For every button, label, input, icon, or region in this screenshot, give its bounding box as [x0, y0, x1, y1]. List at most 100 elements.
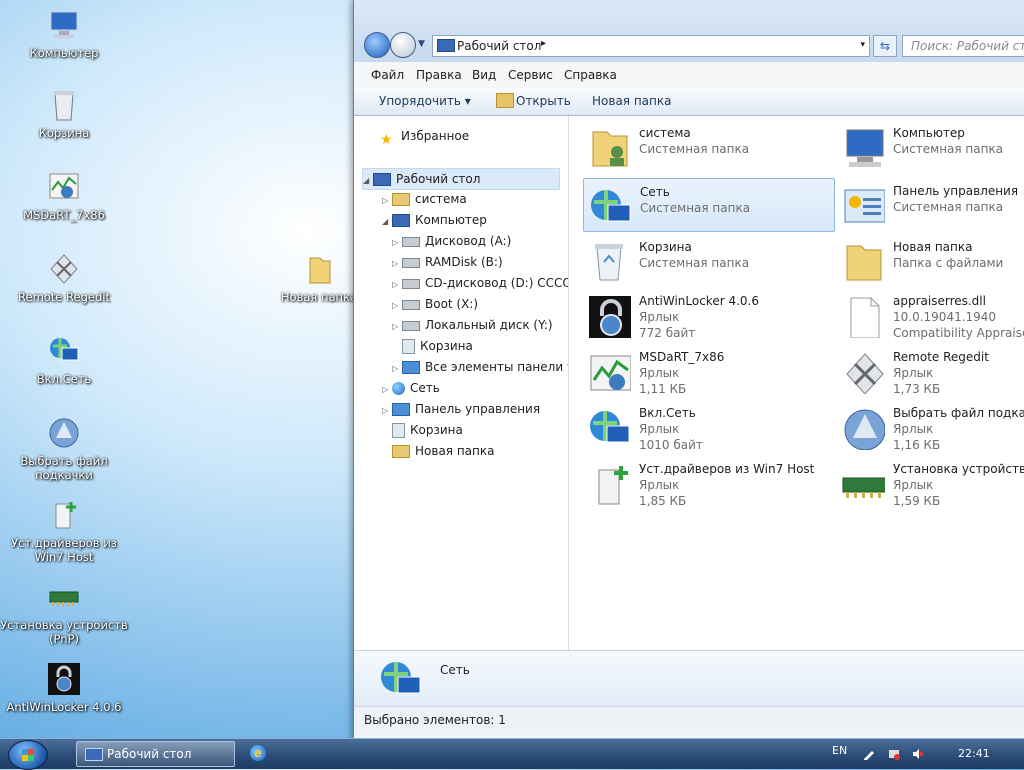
expand-arrow-icon[interactable]: ▷: [392, 275, 402, 293]
collapse-arrow-icon[interactable]: ◢: [382, 212, 392, 232]
file-item[interactable]: Корзина Системная папка: [583, 234, 833, 286]
file-item[interactable]: Выбрать файл подкачки Ярлык 1,16 КБ: [837, 400, 1024, 452]
file-list: система Системная папка Компьютер Систем…: [569, 116, 1024, 650]
tree-item-local-disk[interactable]: ▷ Локальный диск (Y:): [392, 315, 553, 335]
tree-item-recycle-bin-2[interactable]: Корзина: [382, 420, 463, 440]
search-input[interactable]: Поиск: Рабочий стол: [902, 35, 1024, 57]
tree-item-recycle-bin[interactable]: Корзина: [392, 336, 473, 356]
file-item[interactable]: Панель управления Системная папка: [837, 178, 1024, 230]
file-item[interactable]: Компьютер Системная папка: [837, 120, 1024, 172]
computer-icon: [846, 129, 884, 167]
navigation-bar: ▼ Рабочий стол ▸ ▾ ⇆ Поиск: Рабочий стол: [362, 32, 1024, 60]
file-item[interactable]: система Системная папка: [583, 120, 833, 172]
expand-arrow-icon[interactable]: ▷: [382, 401, 392, 421]
address-dropdown-icon[interactable]: ▾: [860, 40, 865, 50]
address-path[interactable]: Рабочий стол: [457, 39, 541, 53]
file-item[interactable]: Remote Regedit Ярлык 1,73 КБ: [837, 344, 1024, 396]
drive-icon: [402, 320, 420, 331]
desktop-icon-antiwinlocker[interactable]: AntiWinLocker 4.0.6: [0, 662, 128, 714]
desktop-icon-computer[interactable]: Компьютер: [0, 8, 128, 60]
desktop-icon: [437, 39, 455, 52]
tree-item-ramdisk[interactable]: ▷ RAMDisk (B:): [392, 252, 503, 272]
tree-item-boot[interactable]: ▷ Boot (X:): [392, 294, 478, 314]
tree-item-all-control-panel[interactable]: ▷ Все элементы панели упр: [392, 357, 568, 377]
collapse-arrow-icon[interactable]: ◢: [363, 171, 373, 191]
new-folder-button[interactable]: Новая папка: [592, 94, 671, 108]
tree-item-cd-drive[interactable]: ▷ CD-дисковод (D:) CCCOMA: [392, 273, 568, 293]
tree-item-system[interactable]: ▷ система: [382, 189, 467, 209]
tree-item-control-panel[interactable]: ▷ Панель управления: [382, 399, 540, 419]
desktop-icon-label: Компьютер: [29, 46, 99, 60]
back-button[interactable]: [364, 32, 390, 58]
network-icon: [590, 411, 630, 443]
start-button[interactable]: [8, 740, 48, 770]
file-item[interactable]: Уст.драйверов из Win7 Host Ярлык 1,85 КБ: [583, 456, 833, 508]
desktop-icon-network[interactable]: Вкл.Сеть: [0, 334, 128, 386]
file-description: Compatibility Appraiser S: [893, 326, 1024, 340]
pen-icon[interactable]: [862, 748, 874, 760]
tree-item-new-folder[interactable]: Новая папка: [382, 441, 494, 461]
menu-tools[interactable]: Сервис: [508, 68, 553, 82]
file-size: 1,59 КБ: [893, 494, 941, 508]
tree-label: Дисковод (A:): [425, 234, 512, 248]
menu-view[interactable]: Вид: [472, 68, 496, 82]
open-button[interactable]: Открыть: [516, 94, 571, 108]
lock-icon: [589, 296, 631, 338]
file-item[interactable]: Новая папка Папка с файлами: [837, 234, 1024, 286]
status-text: Выбрано элементов: 1: [364, 713, 506, 727]
network-icon: [381, 662, 421, 694]
menu-help[interactable]: Справка: [564, 68, 617, 82]
volume-muted-icon[interactable]: [912, 748, 924, 760]
menu-file[interactable]: Файл: [371, 68, 404, 82]
breadcrumb-chevron-icon[interactable]: ▸: [541, 38, 546, 49]
refresh-button[interactable]: ⇆: [873, 35, 897, 57]
tree-label: Рабочий стол: [396, 172, 481, 186]
file-name: Вкл.Сеть: [639, 406, 696, 420]
expand-arrow-icon[interactable]: ▷: [392, 233, 402, 253]
file-item[interactable]: Вкл.Сеть Ярлык 1010 байт: [583, 400, 833, 452]
file-item[interactable]: AntiWinLocker 4.0.6 Ярлык 772 байт: [583, 288, 833, 340]
desktop-icon-msdart[interactable]: MSDaRT_7x86: [0, 170, 128, 222]
history-dropdown-icon[interactable]: ▼: [418, 39, 425, 49]
file-item[interactable]: MSDaRT_7x86 Ярлык 1,11 КБ: [583, 344, 833, 396]
desktop-icon-recycle-bin[interactable]: Корзина: [0, 88, 128, 140]
clock[interactable]: 22:41: [958, 747, 990, 760]
msdart-icon: [590, 355, 631, 391]
network-icon: [392, 382, 405, 395]
address-bar[interactable]: Рабочий стол ▸ ▾: [432, 35, 870, 57]
expand-arrow-icon[interactable]: ▷: [392, 254, 402, 274]
navigation-pane: ★ Избранное ◢ Рабочий стол ▷ система ◢ Компь…: [354, 116, 569, 650]
desktop-icon-pagefile[interactable]: Выбрать файл подкачки: [0, 416, 128, 482]
forward-button[interactable]: [390, 32, 416, 58]
file-size: 1010 байт: [639, 438, 703, 452]
expand-arrow-icon[interactable]: ▷: [392, 317, 402, 337]
recycle-bin-icon: [392, 423, 405, 438]
internet-explorer-icon[interactable]: e: [250, 745, 266, 761]
language-indicator[interactable]: EN: [832, 744, 847, 757]
desktop-icon-remote-regedit[interactable]: Remote Regedit: [0, 252, 128, 304]
expand-arrow-icon[interactable]: ▷: [392, 359, 402, 377]
organize-button[interactable]: Упорядочить ▾: [379, 94, 471, 108]
expand-arrow-icon[interactable]: ▷: [382, 380, 392, 400]
control-panel-icon: [844, 189, 885, 223]
desktop-icon-label: Уст.драйверов из Win7 Host: [11, 536, 117, 564]
tree-item-floppy[interactable]: ▷ Дисковод (A:): [392, 231, 511, 251]
file-item[interactable]: appraiserres.dll 10.0.19041.1940 Compati…: [837, 288, 1024, 340]
file-item-selected[interactable]: Сеть Системная папка: [583, 178, 835, 232]
menu-edit[interactable]: Правка: [416, 68, 462, 82]
desktop-icon-driver-install[interactable]: Уст.драйверов из Win7 Host: [0, 498, 128, 564]
tree-item-desktop[interactable]: ◢ Рабочий стол: [362, 168, 560, 190]
desktop-icon: [85, 748, 103, 761]
tree-item-network[interactable]: ▷ Сеть: [382, 378, 440, 398]
file-item[interactable]: Установка устройств (Pn Ярлык 1,59 КБ: [837, 456, 1024, 508]
tree-item-computer[interactable]: ◢ Компьютер: [382, 210, 487, 230]
expand-arrow-icon[interactable]: ▷: [382, 191, 392, 211]
folder-icon: [392, 445, 410, 458]
network-tray-icon[interactable]: [888, 748, 900, 760]
expand-arrow-icon[interactable]: ▷: [392, 296, 402, 316]
tree-item-favorites[interactable]: ★ Избранное: [380, 126, 469, 148]
desktop-icon-pnp[interactable]: Установка устройств (PnP): [0, 580, 128, 646]
open-icon: [496, 93, 514, 108]
taskbar-item-explorer[interactable]: Рабочий стол: [76, 741, 235, 767]
desktop-icon-label: Remote Regedit: [18, 290, 110, 304]
